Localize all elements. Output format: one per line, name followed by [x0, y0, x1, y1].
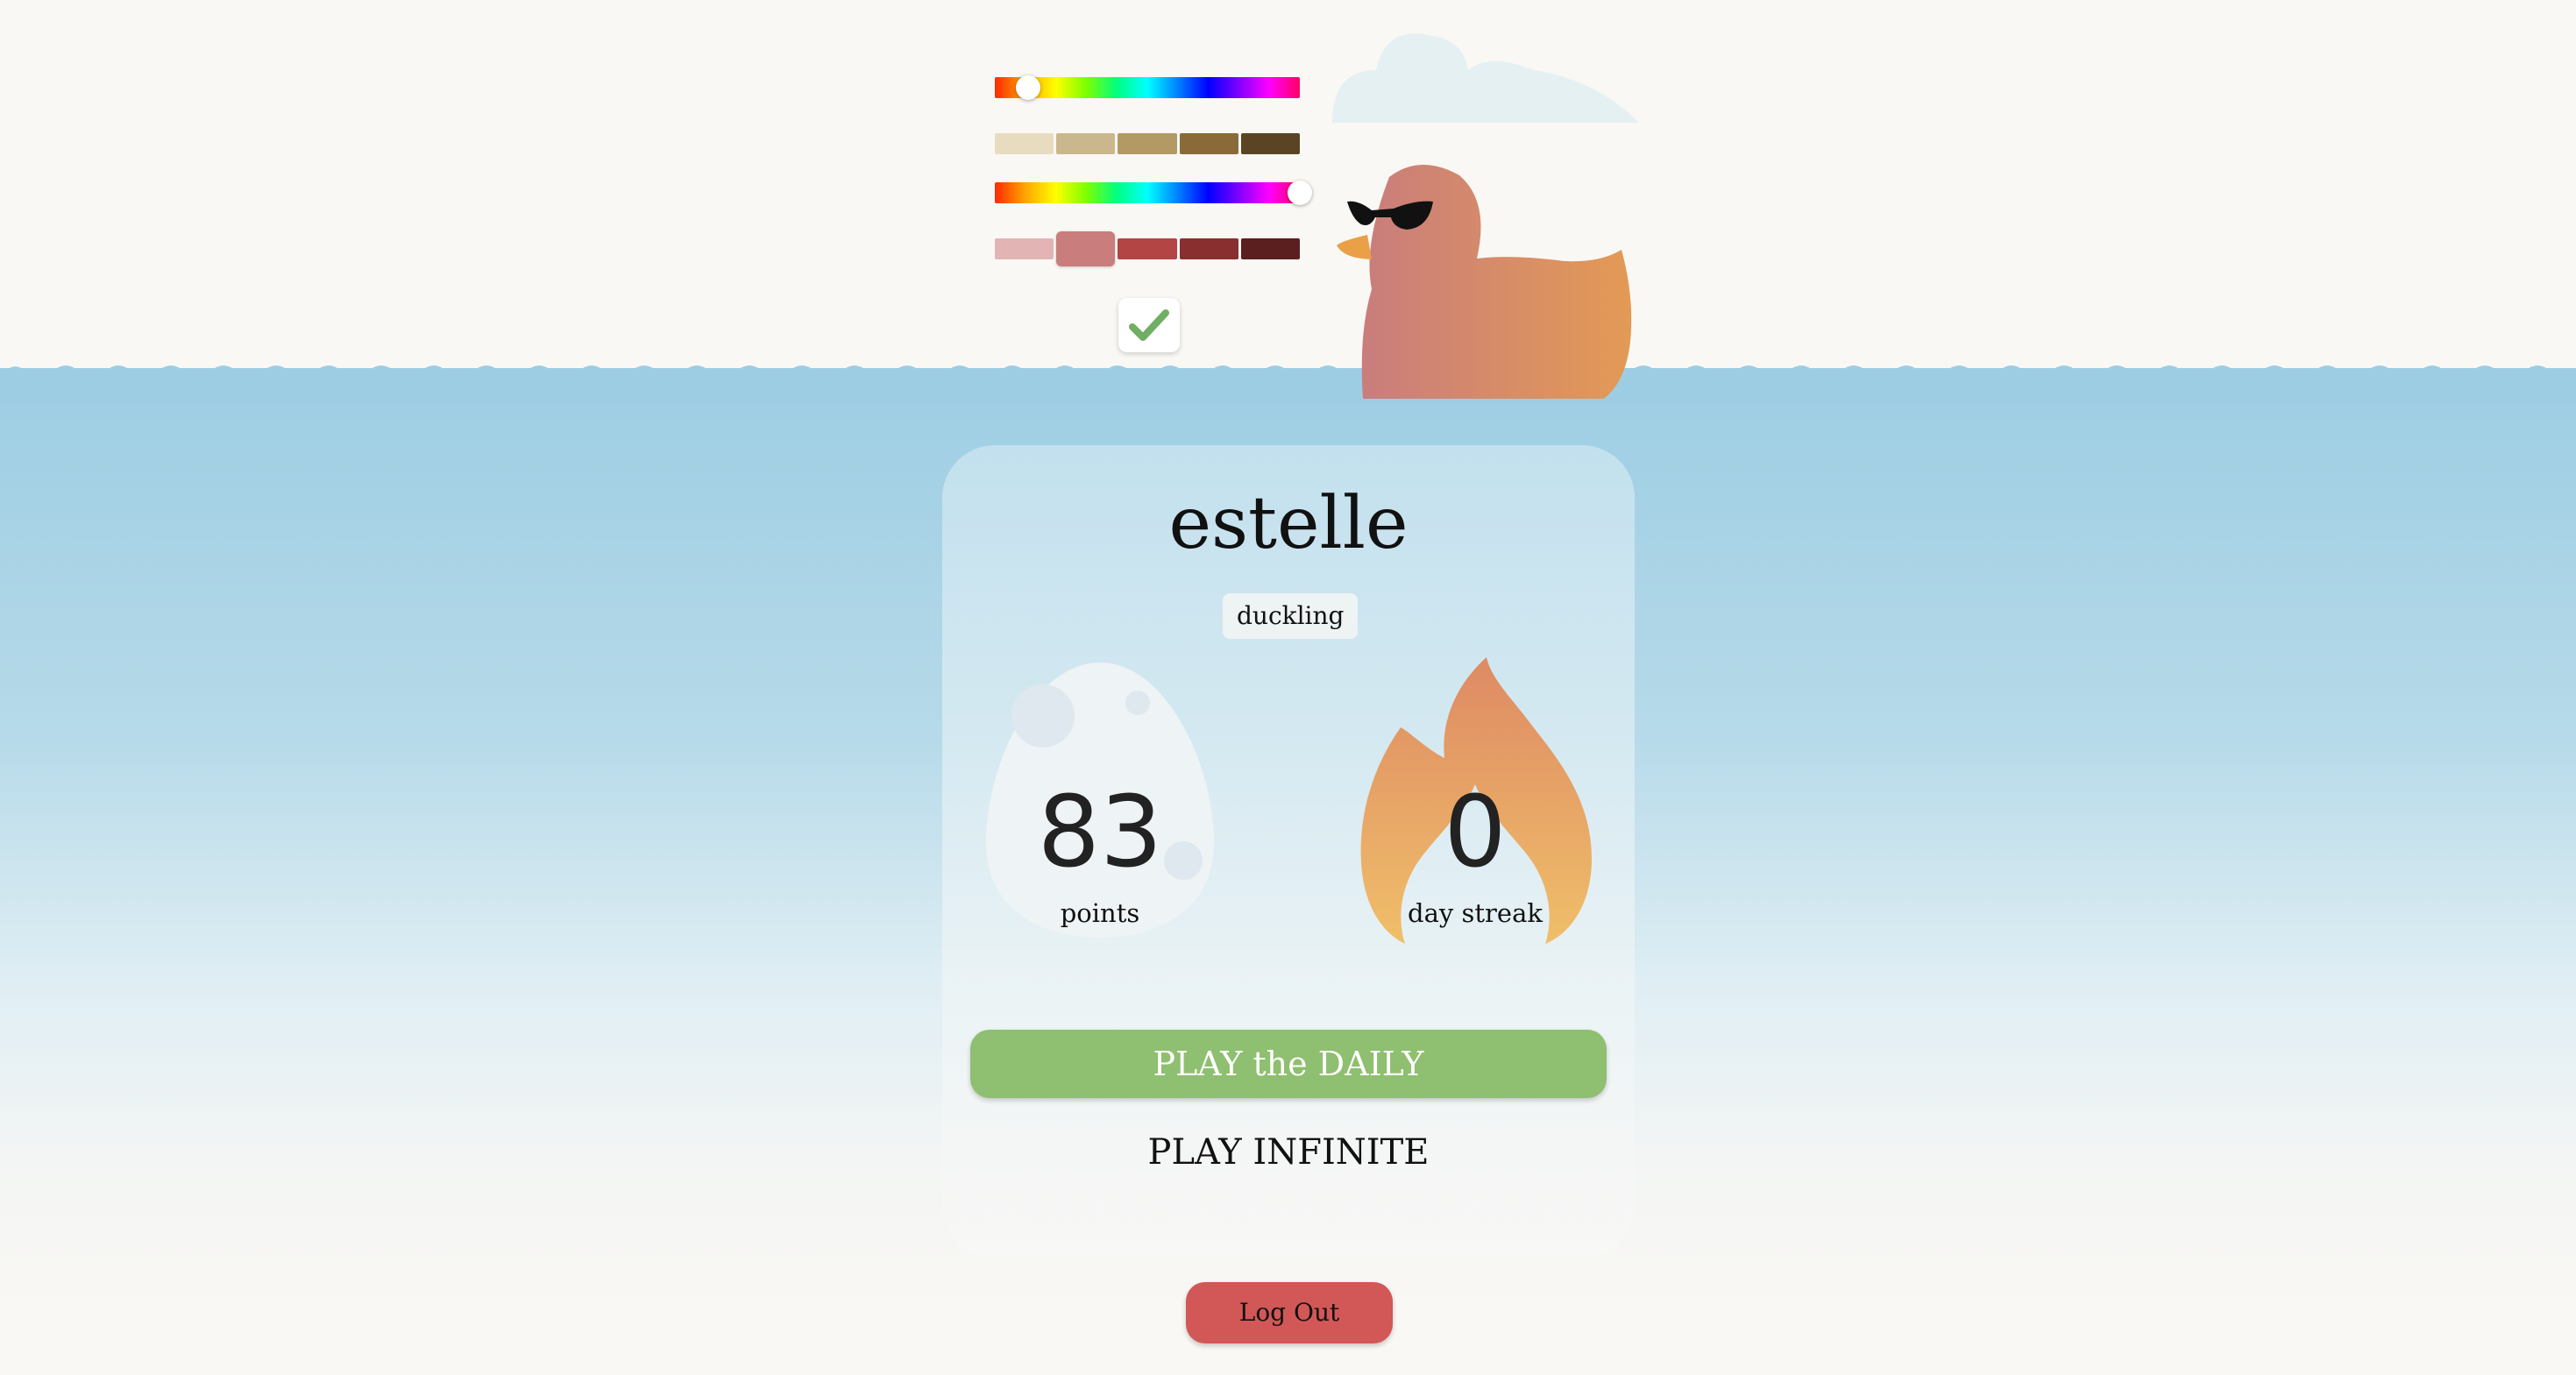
waves-decoration — [0, 365, 2576, 403]
rank-badge: duckling — [1223, 593, 1359, 639]
shade-swatch[interactable] — [995, 133, 1054, 154]
shade-swatches-body — [995, 133, 1301, 154]
check-icon — [1129, 309, 1169, 341]
duck-avatar — [1337, 164, 1632, 399]
shade-swatch[interactable] — [1179, 238, 1238, 259]
shade-swatch[interactable] — [1056, 133, 1116, 154]
streak-value: 0 — [1444, 776, 1507, 889]
hue-slider-body-thumb[interactable] — [1016, 75, 1041, 100]
shade-swatch[interactable] — [1240, 133, 1301, 154]
points-label: points — [1060, 898, 1140, 928]
confirm-color-button[interactable] — [1118, 298, 1180, 352]
shade-swatch[interactable] — [1118, 133, 1177, 154]
play-daily-button[interactable]: PLAY the DAILY — [970, 1030, 1607, 1098]
streak-label: day streak — [1408, 898, 1543, 928]
shade-swatch[interactable] — [1240, 238, 1301, 259]
shade-swatch[interactable] — [995, 238, 1054, 259]
points-value: 83 — [1037, 776, 1163, 889]
username: estelle — [1168, 482, 1409, 565]
hue-slider-accent[interactable] — [995, 181, 1312, 205]
shade-swatch[interactable] — [1056, 231, 1116, 266]
cloud-decoration — [1332, 33, 1639, 123]
log-out-button[interactable]: Log Out — [1186, 1282, 1393, 1343]
shade-swatch[interactable] — [1179, 133, 1238, 154]
shade-swatches-accent — [995, 231, 1301, 266]
play-infinite-button[interactable]: PLAY INFINITE — [970, 1126, 1607, 1179]
hue-slider-body[interactable] — [995, 75, 1300, 100]
hue-slider-accent-thumb[interactable] — [1288, 181, 1312, 205]
shade-swatch[interactable] — [1118, 238, 1177, 259]
